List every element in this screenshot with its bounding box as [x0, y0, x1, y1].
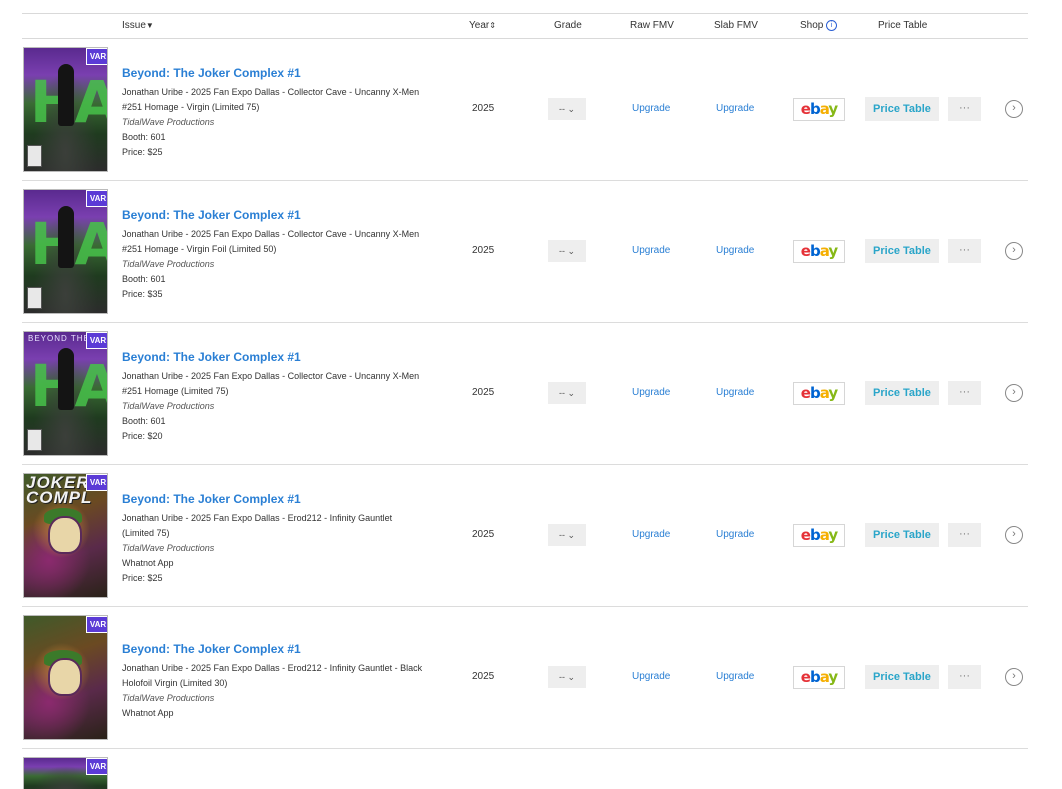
issue-info: Beyond: The Joker Complex #1 Jonathan Ur… — [122, 642, 462, 721]
chevron-right-icon[interactable]: › — [1005, 668, 1023, 686]
comic-cover[interactable]: BEYOND THE HA VAR — [23, 331, 108, 456]
slab-fmv-upgrade-link[interactable]: Upgrade — [716, 671, 754, 682]
ebay-shop-button[interactable]: ebay — [793, 240, 845, 263]
issue-description: Jonathan Uribe - 2025 Fan Expo Dallas - … — [122, 663, 423, 688]
price-table-button[interactable]: Price Table — [865, 239, 939, 263]
caret-down-icon: ▼ — [145, 21, 154, 30]
header-price-table: Price Table — [878, 20, 928, 31]
ebay-shop-button[interactable]: ebay — [793, 382, 845, 405]
header-shop: Shop i — [800, 20, 838, 31]
raw-fmv-upgrade-link[interactable]: Upgrade — [632, 387, 670, 398]
grade-select[interactable]: -- ⌄ — [548, 524, 586, 546]
header-issue[interactable]: Issue▼ — [122, 20, 154, 31]
more-options-button[interactable]: ··· — [948, 665, 981, 689]
more-options-button[interactable]: ··· — [948, 381, 981, 405]
ebay-shop-button[interactable]: ebay — [793, 666, 845, 689]
issue-title-link[interactable]: Beyond: The Joker Complex #1 — [122, 350, 462, 364]
ebay-shop-button[interactable]: ebay — [793, 524, 845, 547]
header-raw-fmv: Raw FMV — [630, 20, 674, 31]
raw-fmv-upgrade-link[interactable]: Upgrade — [632, 671, 670, 682]
comic-cover[interactable]: VAR — [23, 615, 108, 740]
table-row: BEYOND THE HA VAR Beyond: The Joker Comp… — [22, 323, 1028, 465]
year-value: 2025 — [472, 103, 495, 114]
table-row: JOKER COMPL VAR Beyond: The Joker Comple… — [22, 465, 1028, 607]
year-value: 2025 — [472, 387, 495, 398]
variant-badge: VAR — [86, 190, 107, 207]
publisher: TidalWave Productions — [122, 259, 215, 269]
issue-info: Beyond: The Joker Complex #1 Jonathan Ur… — [122, 66, 462, 160]
issue-info: Beyond: The Joker Complex #1 Jonathan Ur… — [122, 208, 462, 302]
publisher: TidalWave Productions — [122, 117, 215, 127]
table-row: VAR Beyond: The Joker Complex #1 Jonatha… — [22, 607, 1028, 749]
issue-description: Jonathan Uribe - 2025 Fan Expo Dallas - … — [122, 371, 420, 396]
slab-fmv-upgrade-link[interactable]: Upgrade — [716, 529, 754, 540]
grade-select[interactable]: -- ⌄ — [548, 666, 586, 688]
info-icon[interactable]: i — [826, 20, 838, 31]
comic-cover[interactable]: HA VAR — [23, 189, 108, 314]
price: Price: $35 — [122, 289, 163, 299]
variant-badge: VAR — [86, 332, 107, 349]
booth: Booth: 601 — [122, 416, 166, 426]
header-slab-fmv: Slab FMV — [714, 20, 758, 31]
raw-fmv-upgrade-link[interactable]: Upgrade — [632, 529, 670, 540]
more-options-button[interactable]: ··· — [948, 239, 981, 263]
table-header: Issue▼ Year⇕ Grade Raw FMV Slab FMV Shop… — [22, 13, 1028, 39]
publisher: TidalWave Productions — [122, 401, 215, 411]
ebay-shop-button[interactable]: ebay — [793, 98, 845, 121]
seller: Whatnot App — [122, 558, 174, 568]
booth: Booth: 601 — [122, 132, 166, 142]
variant-badge: VAR — [86, 474, 107, 491]
year-value: 2025 — [472, 245, 495, 256]
raw-fmv-upgrade-link[interactable]: Upgrade — [632, 103, 670, 114]
sort-updown-icon: ⇕ — [489, 21, 496, 30]
year-value: 2025 — [472, 529, 495, 540]
header-year[interactable]: Year⇕ — [469, 20, 496, 31]
variant-badge: VAR — [86, 48, 107, 65]
price-table-button[interactable]: Price Table — [865, 665, 939, 689]
issue-description: Jonathan Uribe - 2025 Fan Expo Dallas - … — [122, 229, 420, 254]
grade-select[interactable]: -- ⌄ — [548, 98, 586, 120]
comic-cover[interactable]: VAR — [23, 757, 108, 789]
issue-description: Jonathan Uribe - 2025 Fan Expo Dallas - … — [122, 513, 393, 538]
issue-title-link[interactable]: Beyond: The Joker Complex #1 — [122, 208, 462, 222]
chevron-right-icon[interactable]: › — [1005, 100, 1023, 118]
header-grade: Grade — [554, 20, 582, 31]
chevron-right-icon[interactable]: › — [1005, 384, 1023, 402]
comic-cover[interactable]: JOKER COMPL VAR — [23, 473, 108, 598]
price: Price: $25 — [122, 147, 163, 157]
raw-fmv-upgrade-link[interactable]: Upgrade — [632, 245, 670, 256]
variant-badge: VAR — [86, 758, 107, 775]
issue-description: Jonathan Uribe - 2025 Fan Expo Dallas - … — [122, 87, 420, 112]
chevron-right-icon[interactable]: › — [1005, 242, 1023, 260]
grade-select[interactable]: -- ⌄ — [548, 240, 586, 262]
more-options-button[interactable]: ··· — [948, 523, 981, 547]
slab-fmv-upgrade-link[interactable]: Upgrade — [716, 387, 754, 398]
year-value: 2025 — [472, 671, 495, 682]
seller: Whatnot App — [122, 708, 174, 718]
issue-title-link[interactable]: Beyond: The Joker Complex #1 — [122, 492, 462, 506]
issue-info: Beyond: The Joker Complex #1 Jonathan Ur… — [122, 492, 462, 586]
variant-badge: VAR — [86, 616, 107, 633]
price-table-button[interactable]: Price Table — [865, 97, 939, 121]
issue-title-link[interactable]: Beyond: The Joker Complex #1 — [122, 66, 462, 80]
comic-cover[interactable]: HA VAR — [23, 47, 108, 172]
price-table-button[interactable]: Price Table — [865, 523, 939, 547]
comics-table: Issue▼ Year⇕ Grade Raw FMV Slab FMV Shop… — [22, 13, 1028, 789]
price: Price: $20 — [122, 431, 163, 441]
table-row: HA VAR Beyond: The Joker Complex #1 Jona… — [22, 181, 1028, 323]
chevron-right-icon[interactable]: › — [1005, 526, 1023, 544]
booth: Booth: 601 — [122, 274, 166, 284]
price: Price: $25 — [122, 573, 163, 583]
publisher: TidalWave Productions — [122, 543, 215, 553]
issue-title-link[interactable]: Beyond: The Joker Complex #1 — [122, 642, 462, 656]
price-table-button[interactable]: Price Table — [865, 381, 939, 405]
grade-select[interactable]: -- ⌄ — [548, 382, 586, 404]
slab-fmv-upgrade-link[interactable]: Upgrade — [716, 245, 754, 256]
table-row: VAR — [22, 749, 1028, 789]
table-row: HA VAR Beyond: The Joker Complex #1 Jona… — [22, 39, 1028, 181]
more-options-button[interactable]: ··· — [948, 97, 981, 121]
issue-info: Beyond: The Joker Complex #1 Jonathan Ur… — [122, 350, 462, 444]
slab-fmv-upgrade-link[interactable]: Upgrade — [716, 103, 754, 114]
publisher: TidalWave Productions — [122, 693, 215, 703]
